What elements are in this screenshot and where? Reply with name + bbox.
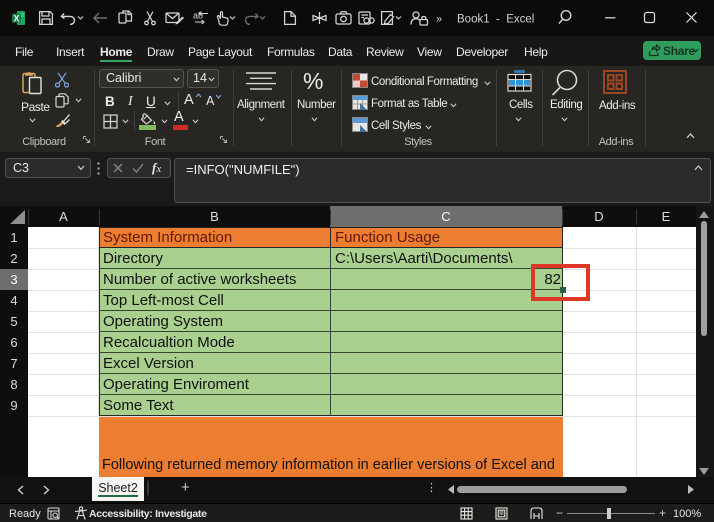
svg-text:Book1 - Excel: Book1 - Excel <box>457 14 534 26</box>
svg-text:»: » <box>436 14 442 26</box>
svg-text:X: X <box>14 14 20 24</box>
